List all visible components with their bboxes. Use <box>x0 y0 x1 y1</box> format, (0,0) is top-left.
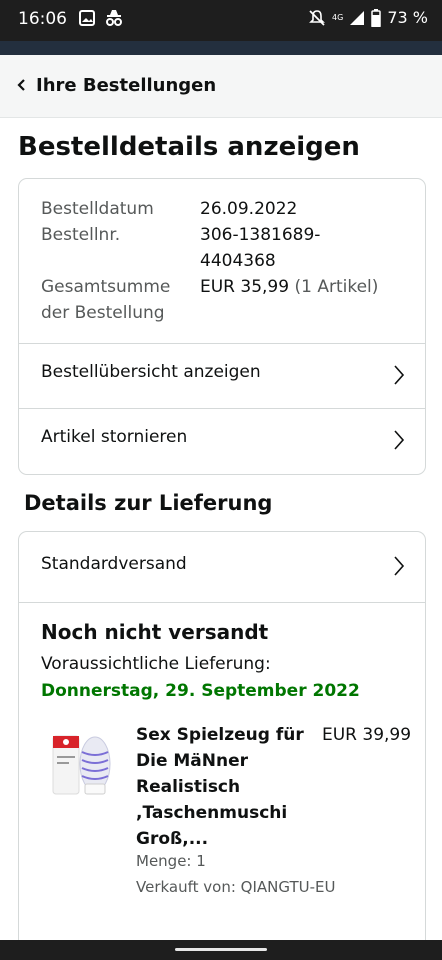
order-total-value: EUR 35,99 (1 Artikel) <box>200 274 378 300</box>
order-number-line2: 4404368 <box>200 251 276 271</box>
network-type: 4G <box>332 12 344 22</box>
view-order-summary-row[interactable]: Bestellübersicht anzeigen <box>19 343 425 408</box>
order-summary-card: Bestelldatum 26.09.2022 Bestellnr. 306-1… <box>18 178 426 475</box>
product-title-line[interactable]: Die MäNner <box>136 748 306 774</box>
expected-delivery-label: Voraussichtliche Lieferung: <box>41 654 271 674</box>
gallery-icon <box>79 10 95 26</box>
app-header-strip <box>0 41 442 55</box>
back-link-label[interactable]: Ihre Bestellungen <box>36 75 216 96</box>
product-title-line[interactable]: Realistisch <box>136 774 306 800</box>
status-bar: 16:06 4G 73 % <box>0 0 442 41</box>
mute-bell-icon <box>309 9 325 26</box>
expected-delivery-date: Donnerstag, 29. September 2022 <box>41 681 360 701</box>
product-seller: Verkauft von: QIANGTU-EU <box>136 878 336 896</box>
chevron-right-icon <box>394 365 405 385</box>
signal-icon <box>350 10 365 25</box>
shipping-method-row[interactable]: Standardversand <box>19 532 425 603</box>
battery-level: 73 % <box>387 8 428 27</box>
order-number-line1: 306-1381689- <box>200 225 321 245</box>
order-item-count: (1 Artikel) <box>294 277 379 297</box>
shipping-method[interactable]: Standardversand <box>41 554 187 574</box>
order-total-amount: EUR 35,99 <box>200 277 290 297</box>
clock: 16:06 <box>18 9 67 29</box>
product-title[interactable]: Sex Spielzeug für Die MäNner Realistisch… <box>136 722 306 852</box>
back-navigation[interactable]: Ihre Bestellungen <box>0 55 442 118</box>
order-total-label-line1: Gesamtsumme <box>41 277 171 297</box>
delivery-card: Standardversand Noch nicht versandt Vora… <box>18 531 426 952</box>
delivery-section-title: Details zur Lieferung <box>24 491 273 515</box>
system-navigation-bar <box>0 940 442 960</box>
order-number-label: Bestellnr. <box>41 225 121 245</box>
product-quantity: Menge: 1 <box>136 852 206 870</box>
product-title-line[interactable]: Sex Spielzeug für <box>136 722 306 748</box>
cancel-items-link[interactable]: Artikel stornieren <box>41 427 187 447</box>
home-gesture-handle[interactable] <box>175 948 267 951</box>
view-order-summary-link[interactable]: Bestellübersicht anzeigen <box>41 362 261 382</box>
shipment-status: Noch nicht versandt <box>41 620 269 644</box>
product-image[interactable] <box>49 728 115 800</box>
order-date-label: Bestelldatum <box>41 199 154 219</box>
chevron-right-icon <box>394 430 405 450</box>
incognito-icon <box>106 10 122 26</box>
page-title: Bestelldetails anzeigen <box>18 132 360 162</box>
cancel-items-row[interactable]: Artikel stornieren <box>19 408 425 473</box>
chevron-left-icon <box>17 79 25 91</box>
battery-icon <box>371 8 382 27</box>
order-date-value: 26.09.2022 <box>200 199 298 219</box>
product-title-line[interactable]: ,Taschenmuschi <box>136 800 306 826</box>
chevron-right-icon <box>394 556 405 576</box>
product-title-line[interactable]: Groß,... <box>136 826 306 852</box>
product-price: EUR 39,99 <box>322 725 412 745</box>
order-total-label-line2: der Bestellung <box>41 303 165 323</box>
